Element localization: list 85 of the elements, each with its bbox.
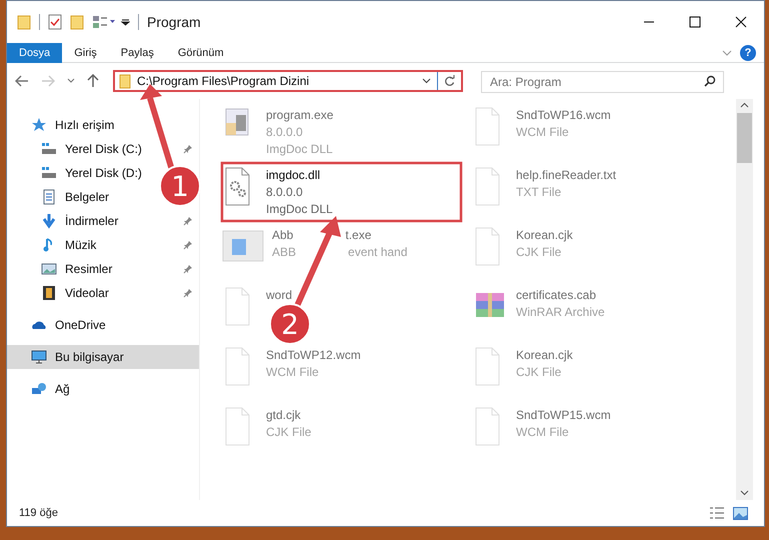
pin-icon[interactable] (183, 264, 193, 274)
file-name: certificates.cab (516, 287, 598, 304)
dropdown-icon[interactable] (422, 78, 431, 84)
step-number: 2 (281, 308, 299, 341)
folder-icon (119, 73, 131, 89)
nav-item[interactable]: Belgeler (7, 185, 116, 209)
file-name: Korean.cjk (516, 227, 573, 244)
file-name: program.exe (266, 107, 334, 124)
ribbon-tab[interactable]: Dosya (7, 43, 62, 63)
drive-icon (41, 141, 57, 157)
file-type: ABB (272, 244, 296, 261)
pin-icon[interactable] (183, 240, 193, 250)
scrollbar[interactable] (736, 99, 753, 500)
pin-icon[interactable] (183, 288, 193, 298)
file-type: ImgDoc DLL (266, 201, 333, 218)
film-icon (41, 285, 57, 301)
back-icon[interactable] (15, 75, 29, 87)
nav-item[interactable]: Yerel Disk (C:) (7, 137, 199, 161)
scroll-down-icon[interactable] (740, 490, 749, 496)
file-name: word (266, 287, 292, 304)
file-type: WCM File (516, 424, 570, 441)
file-name: help.fineReader.txt (516, 167, 616, 184)
step-number: 1 (171, 170, 189, 203)
file-type: WCM File (516, 124, 570, 141)
close-icon[interactable] (735, 16, 747, 28)
window-title: Program (147, 12, 201, 32)
nav-item[interactable]: Ağ (7, 377, 199, 401)
file-type: WinRAR Archive (516, 304, 605, 321)
picture-icon (41, 261, 57, 277)
file-type: CJK File (266, 424, 312, 441)
file-name: gtd.cjk (266, 407, 302, 424)
nav-item[interactable]: OneDrive (7, 313, 199, 337)
computer-icon (31, 349, 47, 365)
pin-icon[interactable] (183, 144, 193, 154)
file-name: SndToWP12.wcm (266, 347, 361, 364)
file-name: imgdoc.dll (266, 167, 322, 184)
file-name: Abb (272, 227, 294, 244)
nav-item[interactable]: Hızlı erişim (7, 113, 199, 137)
nav-item[interactable]: Resimler (7, 257, 199, 281)
ribbon-tab[interactable]: Paylaş (108, 43, 166, 63)
recent-locations-icon[interactable] (67, 78, 75, 84)
search-icon (704, 75, 716, 87)
file-type: WCM File (266, 364, 320, 381)
view-list-icon[interactable] (92, 15, 116, 29)
scroll-thumb[interactable] (737, 113, 752, 163)
folder-icon[interactable] (70, 14, 84, 30)
network-icon (31, 381, 47, 397)
refresh-icon[interactable] (444, 75, 455, 87)
document-icon (41, 189, 57, 205)
nav-item[interactable]: Videolar (7, 281, 199, 305)
maximize-icon[interactable] (689, 16, 701, 28)
step-badge (159, 165, 201, 207)
file-name: Korean.cjk (516, 347, 573, 364)
item-count: 119 öğe (19, 506, 58, 521)
address-path: C:\Program Files\Program Dizini (137, 73, 310, 90)
file-version: 8.0.0.0 (266, 124, 304, 141)
star-icon (31, 117, 47, 133)
details-view-icon[interactable] (709, 506, 725, 520)
dropdown-icon[interactable] (120, 17, 130, 27)
folder-icon[interactable] (17, 14, 31, 30)
ribbon-tab[interactable]: Görünüm (166, 43, 236, 63)
file-type: TXT File (516, 184, 562, 201)
nav-item[interactable]: Müzik (7, 233, 199, 257)
download-icon (41, 213, 57, 229)
file-name: SndToWP15.wcm (516, 407, 611, 424)
file-name: SndToWP16.wcm (516, 107, 611, 124)
expand-ribbon-icon[interactable] (722, 50, 732, 56)
address-field[interactable]: C:\Program Files\Program Dizini (113, 70, 463, 92)
nav-item[interactable]: Bu bilgisayar (7, 345, 199, 369)
nav-item[interactable]: İndirmeler (7, 209, 199, 233)
help-button[interactable]: ? (740, 44, 756, 60)
up-icon[interactable] (87, 74, 99, 88)
file-name: t.exe (345, 227, 372, 244)
file-version: 8.0.0.0 (266, 184, 304, 201)
pin-icon[interactable] (183, 216, 193, 226)
file-type: CJK File (516, 364, 562, 381)
properties-icon[interactable] (48, 14, 62, 30)
search-field[interactable]: Ara: Program (481, 71, 724, 93)
file-type: CJK File (516, 244, 562, 261)
drive-icon (41, 165, 57, 181)
file-type: ImgDoc DLL (266, 141, 334, 158)
large-icons-view-icon[interactable] (733, 506, 748, 520)
step-badge (269, 303, 311, 345)
file-type: event hand (348, 244, 408, 261)
ribbon-tab[interactable]: Giriş (62, 43, 109, 63)
